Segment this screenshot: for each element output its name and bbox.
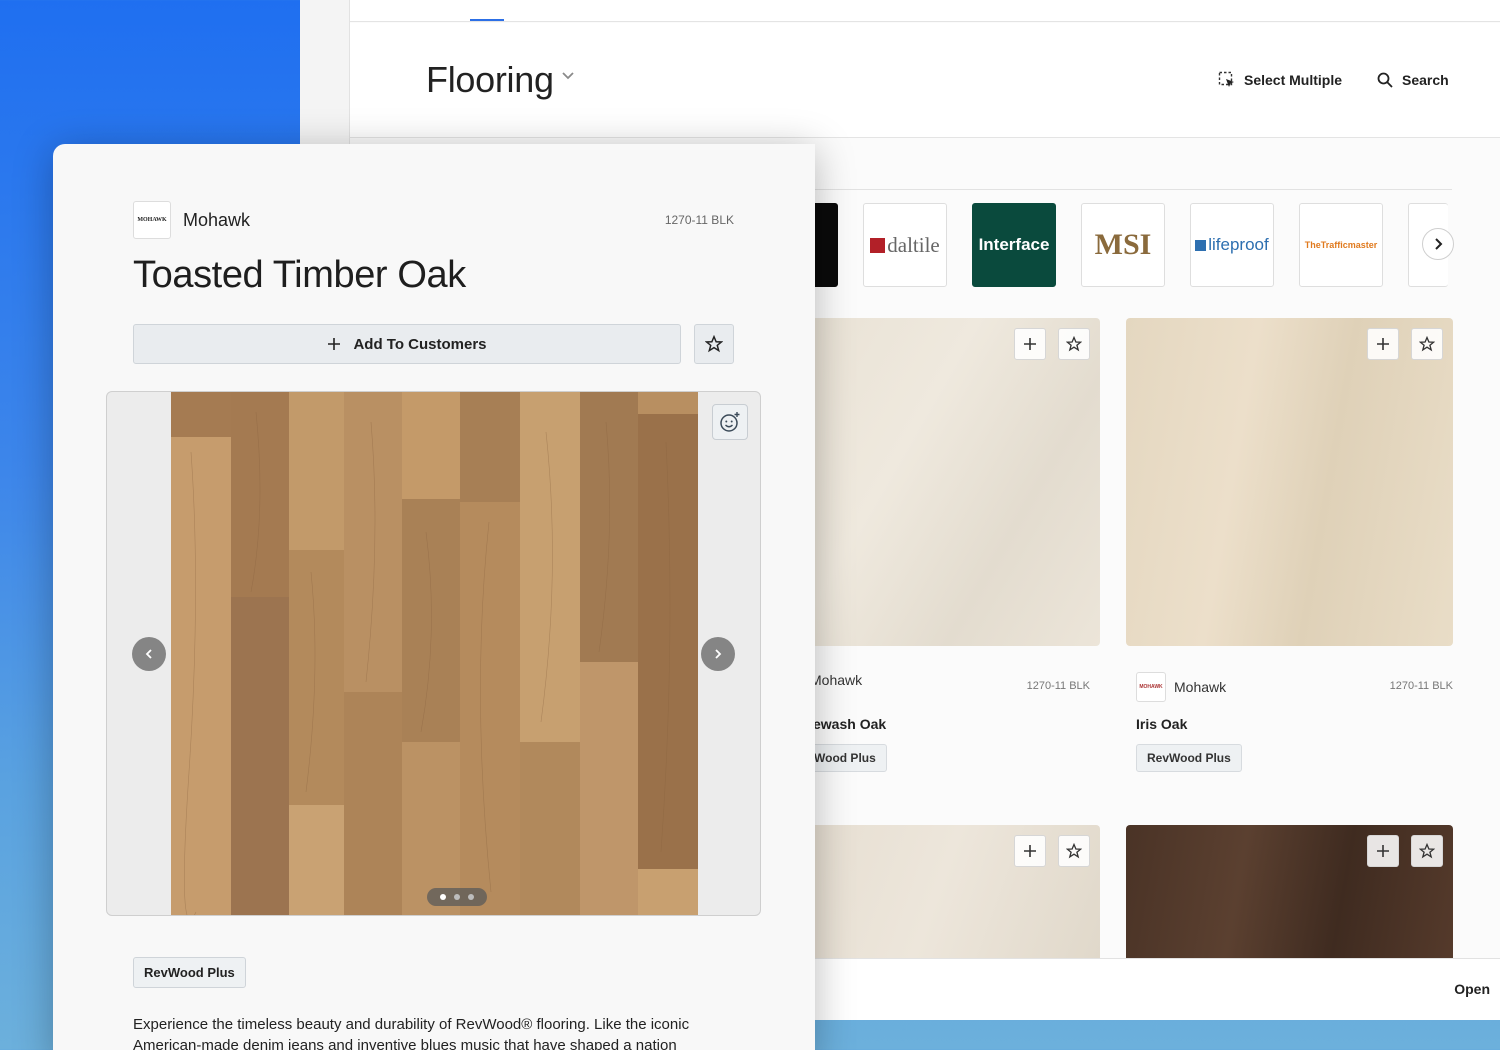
tile-collection-chip: Wood Plus <box>803 744 887 772</box>
tile-favorite-button[interactable] <box>1058 835 1090 867</box>
chevron-down-icon[interactable] <box>560 67 576 83</box>
collection-chip: RevWood Plus <box>133 957 246 988</box>
tile-code: 1270-11 BLK <box>1026 680 1090 692</box>
search-icon <box>1377 72 1393 88</box>
tile-actions <box>1367 328 1443 360</box>
product-description: Experience the timeless beauty and durab… <box>133 1016 690 1050</box>
detail-product-title: Toasted Timber Oak <box>133 254 466 296</box>
tile-name[interactable]: Iris Oak <box>1136 716 1187 732</box>
select-multiple-label: Select Multiple <box>1244 72 1343 88</box>
chevron-left-icon <box>145 649 152 659</box>
trafficmaster-logo: TheTrafficmaster <box>1304 240 1378 250</box>
search-label: Search <box>1402 72 1449 88</box>
detail-brand-name: Mohawk <box>183 209 251 230</box>
lifeproof-logo: lifeproof <box>1195 235 1269 255</box>
carousel-pagination <box>427 888 487 906</box>
product-tile-image[interactable] <box>773 318 1100 646</box>
mohawk-logo: MOHAWK <box>133 201 171 239</box>
msi-logo: MSI <box>1094 228 1152 261</box>
star-icon <box>1419 336 1435 352</box>
image-carousel <box>106 391 761 916</box>
tile-brand: Mohawk <box>810 672 863 688</box>
star-icon <box>705 335 723 353</box>
tile-add-button[interactable] <box>1367 328 1399 360</box>
plus-icon <box>1024 845 1036 857</box>
detail-brand: MOHAWK Mohawk <box>133 201 250 239</box>
add-to-customers-label: Add To Customers <box>353 335 487 353</box>
smiley-add-icon <box>720 412 740 432</box>
brand-card-msi[interactable]: MSI <box>1081 203 1165 287</box>
plus-icon <box>1377 338 1389 350</box>
tile-brand: MOHAWK Mohawk <box>1136 672 1226 702</box>
favorite-button[interactable] <box>694 324 734 364</box>
select-multiple-button[interactable]: Select Multiple <box>1218 71 1342 89</box>
detail-product-code: 1270-11 BLK <box>664 213 734 227</box>
star-icon <box>1419 843 1435 859</box>
carousel-dot[interactable] <box>454 894 460 900</box>
tile-favorite-button[interactable] <box>1411 835 1443 867</box>
star-icon <box>1066 336 1082 352</box>
brand-card-lifeproof[interactable]: lifeproof <box>1190 203 1274 287</box>
carousel-next-button[interactable] <box>701 637 735 671</box>
tile-actions <box>1367 835 1443 867</box>
tile-add-button[interactable] <box>1014 835 1046 867</box>
page-header: Flooring Select Multiple Search <box>350 23 1500 138</box>
mohawk-logo: MOHAWK <box>1136 672 1166 702</box>
carousel-dot[interactable] <box>440 894 446 900</box>
plus-icon <box>1024 338 1036 350</box>
open-button[interactable]: Open <box>1454 981 1490 997</box>
plus-icon <box>328 338 341 350</box>
add-to-customers-button[interactable]: Add To Customers <box>133 324 681 364</box>
top-tab-strip <box>350 0 1500 22</box>
brand-card-daltile[interactable]: daltile <box>863 203 947 287</box>
star-icon <box>1066 843 1082 859</box>
tile-collection-chip: RevWood Plus <box>1136 744 1242 772</box>
carousel-dot[interactable] <box>468 894 474 900</box>
brand-card-trafficmaster[interactable]: TheTrafficmaster <box>1299 203 1383 287</box>
daltile-logo: daltile <box>870 233 940 258</box>
brand-strip-next-button[interactable] <box>1422 228 1454 260</box>
product-detail-panel: MOHAWK Mohawk 1270-11 BLK Toasted Timber… <box>53 144 815 1050</box>
search-button[interactable]: Search <box>1376 71 1449 89</box>
brand-card-interface[interactable]: Interface <box>972 203 1056 287</box>
chevron-right-icon <box>715 649 722 659</box>
tile-code: 1270-11 BLK <box>1389 680 1453 692</box>
product-tile-image[interactable] <box>773 825 1100 965</box>
page-title[interactable]: Flooring <box>426 59 554 101</box>
section-divider <box>814 189 1452 190</box>
tile-add-button[interactable] <box>1014 328 1046 360</box>
chevron-right-icon <box>1435 238 1443 250</box>
tile-add-button[interactable] <box>1367 835 1399 867</box>
interface-logo: Interface <box>978 235 1050 254</box>
visualize-room-button[interactable] <box>712 404 748 440</box>
tile-favorite-button[interactable] <box>1411 328 1443 360</box>
product-tile-image[interactable] <box>1126 318 1453 646</box>
tile-actions <box>1014 835 1090 867</box>
active-tab-indicator <box>470 19 504 21</box>
tile-actions <box>1014 328 1090 360</box>
tile-favorite-button[interactable] <box>1058 328 1090 360</box>
select-cursor-icon <box>1218 71 1234 87</box>
wood-flooring-image <box>171 392 698 915</box>
plus-icon <box>1377 845 1389 857</box>
carousel-prev-button[interactable] <box>132 637 166 671</box>
tile-name[interactable]: ewash Oak <box>813 716 886 732</box>
product-tile-image[interactable] <box>1126 825 1453 965</box>
